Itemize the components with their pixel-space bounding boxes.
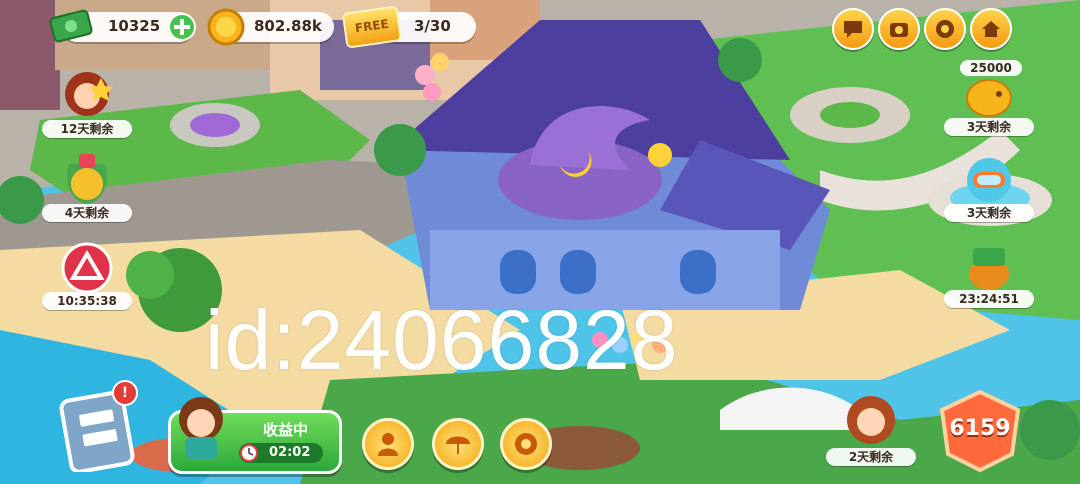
coin-counter[interactable]: 802.88k xyxy=(207,8,334,46)
piggy-bank-icon xyxy=(966,79,1012,117)
chef-girl-icon xyxy=(65,72,113,116)
home-button[interactable] xyxy=(970,8,1012,50)
manager-avatar xyxy=(179,397,223,459)
add-cash-button[interactable] xyxy=(168,13,196,41)
free-spins-counter[interactable]: FREE 3/30 xyxy=(341,5,476,49)
cafe-icon xyxy=(515,433,537,455)
income-panel[interactable]: 收益中 02:02 xyxy=(168,397,342,474)
cash-icon xyxy=(48,6,94,50)
task-clipboard-button[interactable]: ! xyxy=(58,380,138,474)
event-cash-pot[interactable]: 23:24:51 xyxy=(944,238,1034,308)
event-gold-bell[interactable]: 4天剩余 xyxy=(42,152,132,222)
event-chef-girl-timer: 12天剩余 xyxy=(42,120,132,138)
free-spins-value: 3/30 xyxy=(414,17,451,35)
event-gold-bell-timer: 4天剩余 xyxy=(42,204,132,222)
free-ticket-icon: FREE xyxy=(341,5,403,49)
staff-icon xyxy=(378,433,398,456)
chat-icon xyxy=(844,21,862,38)
umbrella-button[interactable] xyxy=(432,418,484,470)
game-triangle-icon xyxy=(61,242,113,294)
settings-button[interactable] xyxy=(924,8,966,50)
girl-portrait-icon xyxy=(847,396,895,444)
event-diving-mask-timer: 3天剩余 xyxy=(944,204,1034,222)
event-cash-pot-timer: 23:24:51 xyxy=(944,290,1034,308)
coin-icon xyxy=(206,7,246,51)
town-scene xyxy=(0,0,1080,484)
cash-value: 10325 xyxy=(108,17,161,35)
income-status-label: 收益中 xyxy=(263,421,309,439)
event-diving-mask[interactable]: 3天剩余 xyxy=(944,152,1034,222)
event-chef-girl[interactable]: 12天剩余 xyxy=(42,68,132,138)
settings-icon xyxy=(936,20,954,38)
camera-button[interactable] xyxy=(878,8,920,50)
watermark-id: id:24066828 xyxy=(205,293,679,387)
event-piggy-bank[interactable]: 3天剩余 xyxy=(944,66,1034,136)
event-game-triangle[interactable]: 10:35:38 xyxy=(42,240,132,310)
income-timer-value: 02:02 xyxy=(269,445,311,460)
cafe-button[interactable] xyxy=(500,418,552,470)
level-gem-value: 6159 xyxy=(949,416,1011,441)
event-game-triangle-timer: 10:35:38 xyxy=(42,292,132,310)
home-icon xyxy=(982,21,1000,37)
camera-icon xyxy=(890,23,908,37)
diving-mask-icon xyxy=(967,158,1011,202)
cash-counter[interactable]: 10325 xyxy=(49,9,196,43)
event-piggy-bank-timer: 3天剩余 xyxy=(944,118,1034,136)
staff-button[interactable] xyxy=(362,418,414,470)
umbrella-icon xyxy=(446,436,470,454)
event-girl-portrait-timer: 2天剩余 xyxy=(826,448,916,466)
gold-bell-icon xyxy=(67,154,107,204)
coin-value: 802.88k xyxy=(254,17,322,35)
level-gem-button[interactable]: 6159 xyxy=(936,388,1024,474)
alert-badge-icon: ! xyxy=(112,380,138,406)
event-girl-portrait[interactable]: 2天剩余 xyxy=(826,396,916,466)
plus-icon xyxy=(174,19,190,35)
clock-icon xyxy=(240,444,258,462)
chat-button[interactable] xyxy=(832,8,874,50)
income-timer-box: 02:02 xyxy=(239,443,323,463)
cash-pot-icon xyxy=(969,248,1009,290)
